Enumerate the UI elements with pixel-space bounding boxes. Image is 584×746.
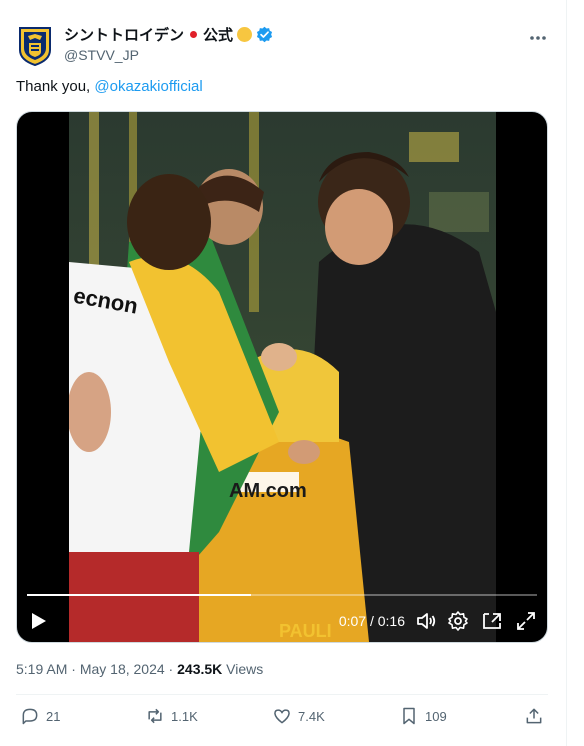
progress-bar[interactable] bbox=[27, 594, 537, 596]
jersey-sponsor-text: AM.com bbox=[229, 480, 307, 502]
tweet-header: シントトロイデン 公式 @STVV_JP bbox=[16, 20, 548, 68]
yellow-circle-emoji bbox=[237, 27, 253, 42]
divider bbox=[16, 694, 548, 695]
settings-gear-icon[interactable] bbox=[447, 610, 469, 632]
volume-icon[interactable] bbox=[415, 610, 437, 632]
tweet-meta: 5:19 AM · May 18, 2024 · 243.5K Views bbox=[16, 661, 263, 677]
tweet-text-prefix: Thank you, bbox=[16, 78, 95, 95]
share-icon bbox=[526, 708, 542, 724]
bookmark-button[interactable]: 109 bbox=[399, 706, 447, 726]
like-button[interactable]: 7.4K bbox=[272, 706, 325, 726]
red-dot-emoji bbox=[190, 31, 198, 38]
avatar[interactable] bbox=[16, 26, 54, 67]
official-label: 公式 bbox=[203, 27, 234, 44]
fullscreen-icon[interactable] bbox=[515, 610, 537, 632]
display-name-row[interactable]: シントトロイデン 公式 bbox=[64, 24, 273, 45]
handle[interactable]: @STVV_JP bbox=[64, 47, 139, 63]
picture-in-picture-icon[interactable] bbox=[481, 610, 503, 632]
video-scene-image: AM.com PAULI ecnon bbox=[69, 112, 496, 642]
more-options-icon[interactable] bbox=[528, 28, 548, 48]
tweet-text: Thank you, @okazakiofficial bbox=[16, 78, 203, 95]
views-label: Views bbox=[226, 661, 264, 677]
video-frame: AM.com PAULI ecnon bbox=[69, 112, 496, 642]
play-icon[interactable] bbox=[27, 610, 49, 632]
video-controls: 0:07 / 0:16 bbox=[17, 582, 547, 642]
video-player[interactable]: AM.com PAULI ecnon 0:07 / 0:16 bbox=[16, 111, 548, 643]
like-count: 7.4K bbox=[298, 708, 325, 724]
repost-icon bbox=[148, 708, 162, 724]
share-button[interactable] bbox=[524, 706, 544, 726]
tweet-card: シントトロイデン 公式 @STVV_JP Thank you, @okazaki… bbox=[0, 0, 567, 746]
heart-icon bbox=[274, 709, 290, 724]
bookmark-count: 109 bbox=[425, 708, 447, 724]
verified-badge-icon bbox=[256, 26, 273, 43]
meta-separator: · bbox=[67, 661, 80, 677]
video-time: 0:07 / 0:16 bbox=[338, 613, 405, 629]
reply-icon bbox=[22, 708, 38, 725]
club-crest-icon bbox=[19, 27, 51, 67]
meta-separator: · bbox=[164, 661, 178, 677]
repost-button[interactable]: 1.1K bbox=[145, 706, 198, 726]
post-date[interactable]: May 18, 2024 bbox=[80, 661, 165, 677]
reply-count: 21 bbox=[46, 708, 61, 724]
mention-link[interactable]: @okazakiofficial bbox=[94, 78, 202, 95]
repost-count: 1.1K bbox=[171, 708, 198, 724]
views-count: 243.5K bbox=[177, 661, 223, 677]
bookmark-icon bbox=[403, 707, 415, 725]
display-name[interactable]: シントトロイデン bbox=[64, 24, 184, 45]
action-bar: 21 1.1K 7.4K 109 bbox=[16, 706, 548, 730]
reply-button[interactable]: 21 bbox=[20, 706, 60, 726]
progress-fill bbox=[27, 594, 252, 596]
post-time[interactable]: 5:19 AM bbox=[16, 661, 67, 677]
